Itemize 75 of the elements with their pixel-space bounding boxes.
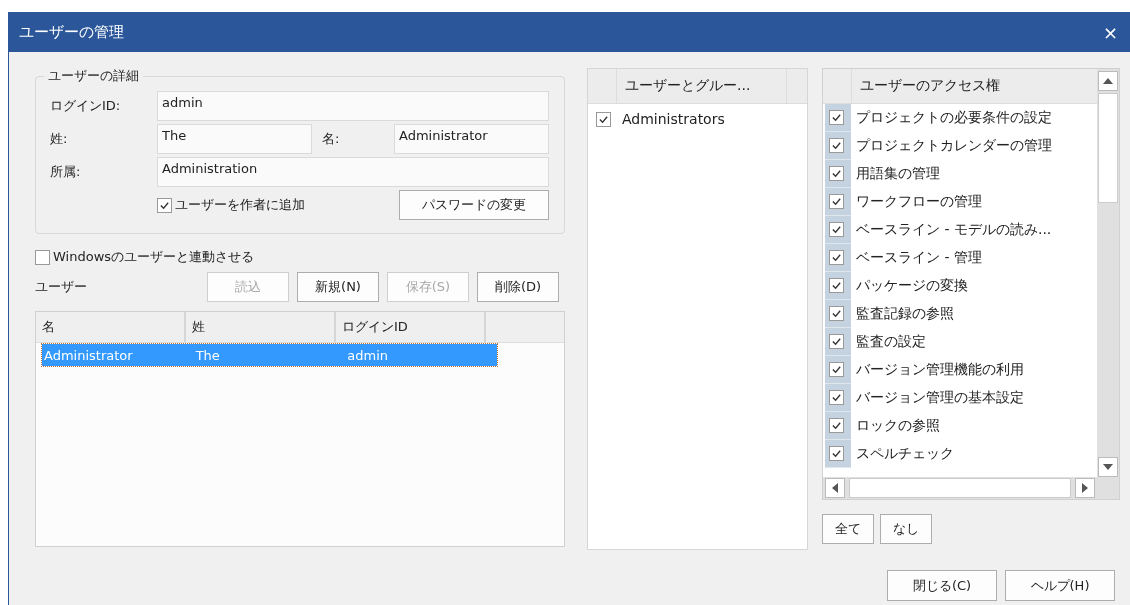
list-item[interactable]: ロックの参照: [851, 412, 940, 440]
close-button[interactable]: ×: [1098, 21, 1122, 43]
last-name-field[interactable]: The: [157, 124, 312, 154]
table-cell-text: Administrator: [43, 347, 134, 363]
list-item[interactable]: スペルチェック: [851, 440, 954, 468]
checkmark-icon: [831, 448, 842, 459]
scroll-down-icon[interactable]: [1098, 457, 1118, 477]
checkbox[interactable]: [829, 110, 844, 125]
checkbox[interactable]: [829, 250, 844, 265]
department-field[interactable]: Administration: [157, 157, 549, 187]
checkmark-icon: [831, 308, 842, 319]
group-title: ユーザーの詳細: [44, 67, 143, 85]
checkbox[interactable]: [829, 334, 844, 349]
first-name-field[interactable]: Administrator: [394, 124, 549, 154]
toolbar-button[interactable]: 削除(D): [477, 272, 559, 302]
checkbox[interactable]: [829, 362, 844, 377]
scroll-up-icon[interactable]: [1098, 71, 1118, 91]
checkbox[interactable]: [829, 222, 844, 237]
field-label: 所属:: [50, 163, 82, 181]
window-title: ユーザーの管理: [19, 22, 125, 42]
checkmark-icon: [831, 280, 842, 291]
dialog-button[interactable]: 閉じる(C): [887, 570, 997, 601]
checkmark-icon: [831, 168, 842, 179]
list-item[interactable]: 用語集の管理: [851, 160, 940, 188]
checkbox[interactable]: [829, 278, 844, 293]
toolbar-button[interactable]: 新規(N): [297, 272, 379, 302]
checkbox[interactable]: [157, 197, 172, 213]
checkbox[interactable]: [829, 138, 844, 153]
list-item[interactable]: プロジェクトの必要条件の設定: [851, 104, 1052, 132]
list-item[interactable]: プロジェクトカレンダーの管理: [851, 132, 1052, 160]
checkmark-icon: [831, 196, 842, 207]
checkmark-icon: [831, 140, 842, 151]
scroll-thumb[interactable]: [849, 478, 1071, 498]
checkbox[interactable]: [829, 390, 844, 405]
checkbox[interactable]: [829, 446, 844, 461]
scroll-right-icon[interactable]: [1075, 478, 1095, 498]
checkmark-icon: [831, 364, 842, 375]
checkbox[interactable]: [829, 418, 844, 433]
select-button[interactable]: なし: [880, 514, 932, 544]
checkmark-icon: [831, 420, 842, 431]
list-item[interactable]: 監査記録の参照: [851, 300, 954, 328]
table-cell-text: The: [194, 347, 221, 363]
list-item[interactable]: バージョン管理の基本設定: [851, 384, 1024, 412]
list-item[interactable]: バージョン管理機能の利用: [851, 356, 1024, 384]
field-label: ログインID:: [50, 97, 122, 115]
checkbox[interactable]: [35, 249, 50, 265]
horizontal-scrollbar[interactable]: [823, 477, 1119, 499]
checkmark-icon: [831, 392, 842, 403]
checkbox[interactable]: [829, 166, 844, 181]
scroll-left-icon[interactable]: [825, 478, 845, 498]
list-item[interactable]: ワークフローの管理: [851, 188, 982, 216]
list-item[interactable]: パッケージの変換: [851, 272, 968, 300]
field-label: 姓:: [50, 130, 69, 148]
list-item[interactable]: ベースライン - 管理: [851, 244, 982, 272]
change-password-button[interactable]: パスワードの変更: [399, 190, 549, 220]
scroll-thumb[interactable]: [1098, 93, 1118, 203]
select-button[interactable]: 全て: [822, 514, 874, 544]
checkbox[interactable]: [829, 306, 844, 321]
field-label: 名:: [321, 130, 341, 148]
checkbox-label: ユーザーを作者に追加: [175, 196, 305, 214]
list-item[interactable]: ベースライン - モデルの読み...: [851, 216, 1052, 244]
users-label: ユーザー: [35, 278, 88, 296]
dialog-button[interactable]: ヘルプ(H): [1005, 570, 1115, 601]
checkbox-label: Windowsのユーザーと連動させる: [53, 248, 255, 266]
checkmark-icon: [831, 252, 842, 263]
login-id-field[interactable]: admin: [157, 91, 549, 121]
checkbox[interactable]: [829, 194, 844, 209]
list-item[interactable]: 監査の設定: [851, 328, 926, 356]
list-item[interactable]: Administrators: [622, 111, 725, 127]
table-cell-text: admin: [346, 347, 390, 363]
checkmark-icon: [831, 112, 842, 123]
vertical-scrollbar[interactable]: [1097, 69, 1119, 477]
checkmark-icon: [831, 224, 842, 235]
checkmark-icon: [831, 336, 842, 347]
checkbox[interactable]: [596, 111, 611, 127]
